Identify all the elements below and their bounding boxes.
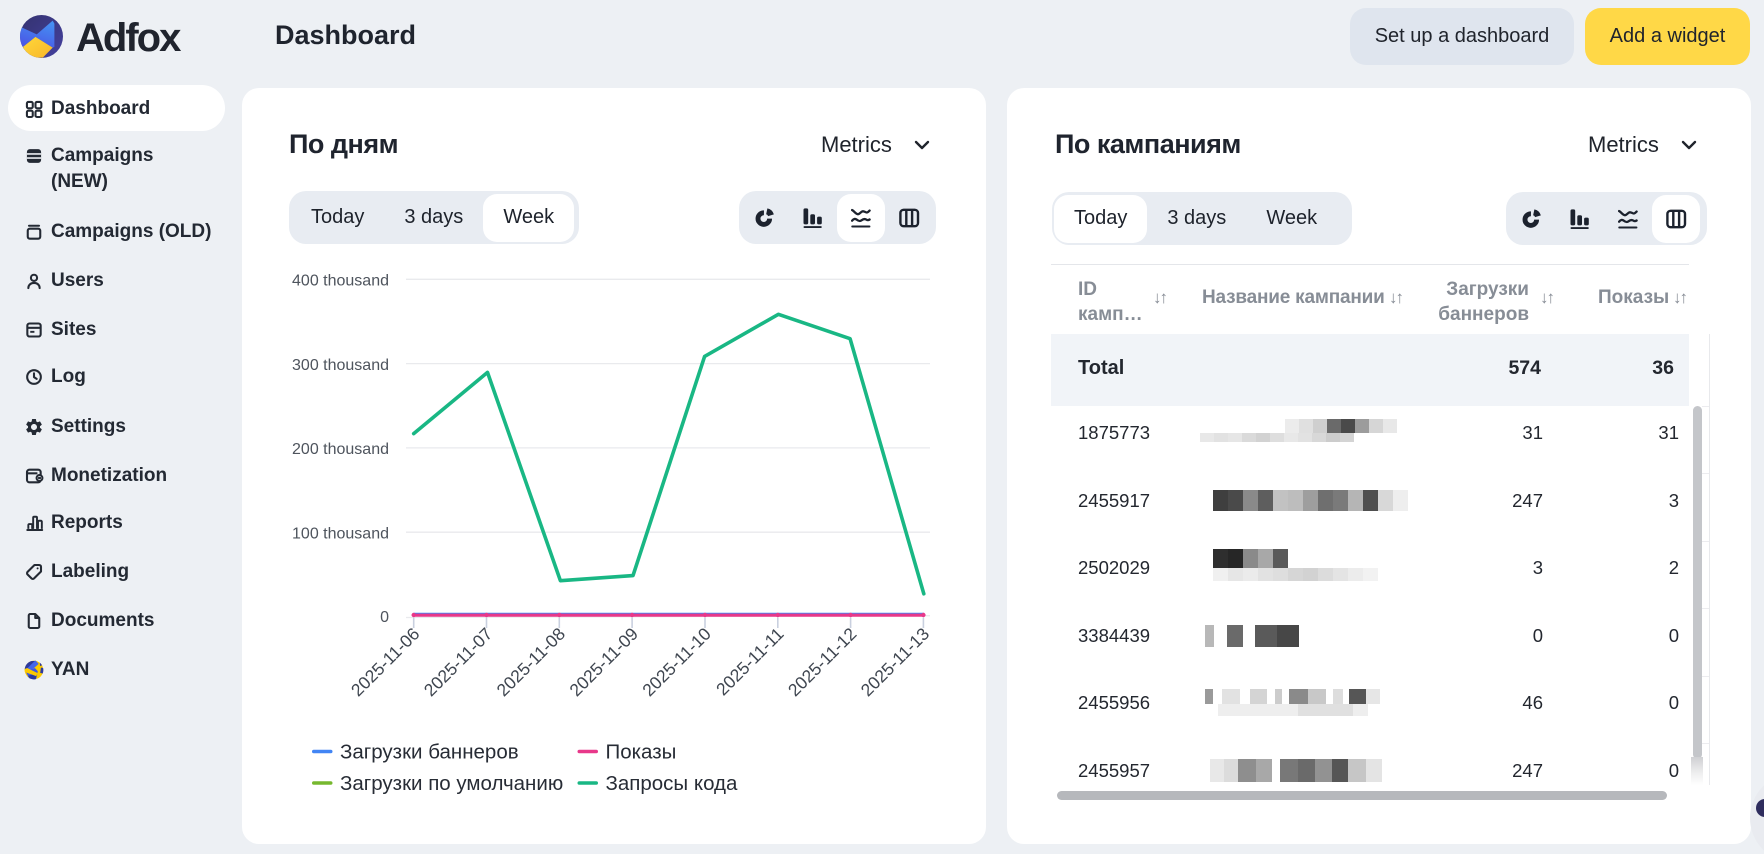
svg-text:2025-11-06: 2025-11-06 (347, 624, 424, 701)
svg-text:Загрузки баннеров: Загрузки баннеров (340, 741, 519, 764)
svg-text:2025-11-07: 2025-11-07 (420, 624, 497, 701)
svg-text:2025-11-09: 2025-11-09 (565, 624, 642, 701)
svg-text:2025-11-08: 2025-11-08 (493, 624, 570, 701)
svg-text:2025-11-12: 2025-11-12 (784, 624, 861, 701)
svg-text:100 thousand: 100 thousand (292, 525, 389, 542)
svg-text:Показы: Показы (606, 741, 677, 764)
svg-text:2025-11-11: 2025-11-11 (712, 624, 788, 700)
svg-text:400 thousand: 400 thousand (292, 273, 389, 290)
svg-text:Запросы кода: Запросы кода (606, 772, 738, 795)
svg-text:2025-11-13: 2025-11-13 (857, 624, 934, 701)
svg-text:Загрузки по умолчанию: Загрузки по умолчанию (340, 772, 563, 795)
svg-text:0: 0 (380, 609, 389, 626)
svg-text:300 thousand: 300 thousand (292, 357, 389, 374)
svg-text:2025-11-10: 2025-11-10 (638, 623, 715, 700)
svg-text:200 thousand: 200 thousand (292, 441, 389, 458)
